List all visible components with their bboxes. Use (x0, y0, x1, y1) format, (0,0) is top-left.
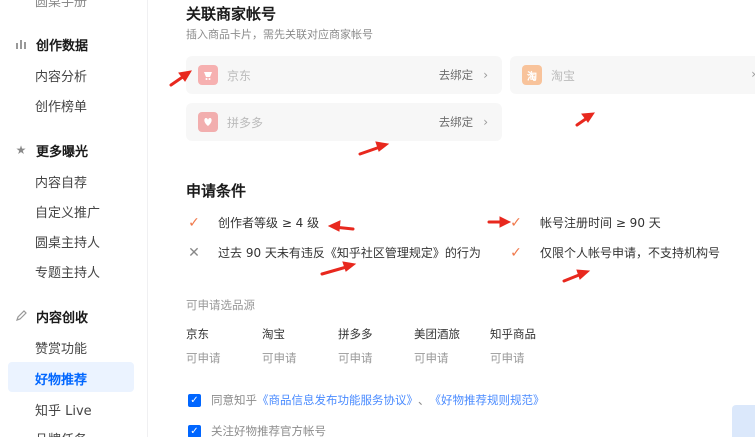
annotation-arrow-head (499, 216, 512, 228)
annotation-arrow-head (327, 220, 341, 232)
annotation-arrow-head (375, 141, 390, 152)
annotation-arrow-head (342, 261, 357, 272)
annotation-arrow-head (576, 269, 591, 280)
annotation-arrows (169, 70, 595, 283)
